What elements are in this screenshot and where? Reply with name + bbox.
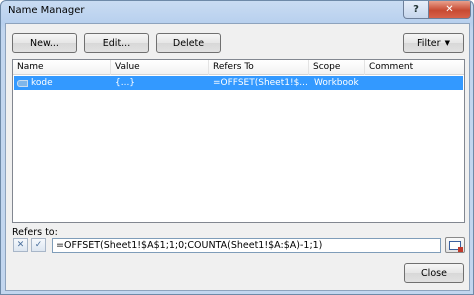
dialog-body: New... Edit... Delete Filter ▼ Name Valu…: [5, 23, 470, 291]
filter-button[interactable]: Filter ▼: [403, 33, 464, 53]
edit-button[interactable]: Edit...: [84, 33, 149, 53]
column-header-comment[interactable]: Comment: [365, 60, 464, 75]
close-window-button[interactable]: ✕: [428, 1, 471, 19]
range-select-icon: [449, 240, 463, 252]
row-comment: [369, 76, 459, 90]
new-button[interactable]: New...: [12, 33, 77, 53]
column-header-value[interactable]: Value: [111, 60, 209, 75]
collapse-dialog-button[interactable]: [445, 237, 465, 253]
dialog-title: Name Manager: [8, 5, 85, 16]
refers-to-input[interactable]: =OFFSET(Sheet1!$A$1;1;0;COUNTA(Sheet1!$A…: [52, 238, 441, 253]
close-button[interactable]: Close: [404, 263, 464, 283]
column-header-name[interactable]: Name: [13, 60, 111, 75]
help-button[interactable]: ?: [403, 1, 429, 19]
row-scope: Workbook: [314, 78, 359, 88]
column-header-refers-to[interactable]: Refers To: [209, 60, 309, 75]
name-tag-icon: [17, 79, 28, 87]
refers-to-label: Refers to:: [12, 227, 58, 238]
list-header: Name Value Refers To Scope Comment: [13, 60, 464, 75]
row-value: {...}: [115, 78, 136, 88]
delete-button[interactable]: Delete: [156, 33, 221, 53]
names-list[interactable]: Name Value Refers To Scope Comment kode …: [12, 59, 465, 223]
row-name: kode: [31, 78, 53, 88]
column-header-scope[interactable]: Scope: [309, 60, 365, 75]
commit-edit-icon[interactable]: ✓: [31, 238, 46, 252]
title-bar: Name Manager ? ✕: [1, 1, 473, 23]
chevron-down-icon: ▼: [444, 39, 450, 47]
row-refers-to: =OFFSET(Sheet1!$...: [213, 78, 308, 88]
row-name-cell: kode: [17, 76, 111, 90]
cancel-edit-icon[interactable]: ✕: [13, 238, 28, 252]
table-row[interactable]: kode {...} =OFFSET(Sheet1!$... Workbook: [14, 76, 463, 90]
filter-label: Filter: [417, 37, 441, 49]
name-manager-dialog: Name Manager ? ✕ New... Edit... Delete F…: [0, 0, 474, 295]
